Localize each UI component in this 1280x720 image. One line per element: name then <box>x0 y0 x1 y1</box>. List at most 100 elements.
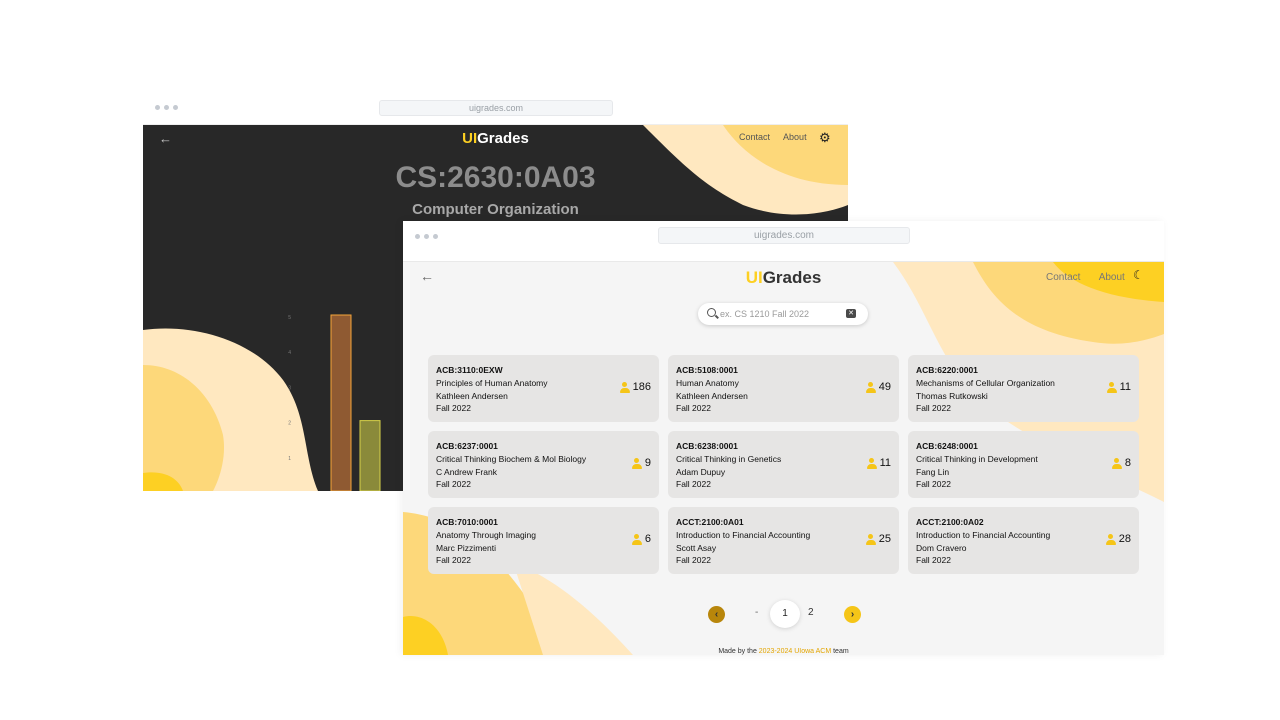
nav-about-link[interactable]: About <box>1099 272 1125 283</box>
student-count-value: 9 <box>644 457 651 469</box>
footer-credit: Made by the 2023-2024 UIowa ACM team <box>718 648 849 655</box>
course-instructor: Scott Asay <box>676 542 717 553</box>
course-card[interactable]: ACB:6248:0001 Critical Thinking in Develo… <box>908 431 1139 498</box>
chart-bar[interactable] <box>330 314 352 491</box>
window-dots <box>155 105 178 110</box>
course-code: ACB:6220:0001 <box>916 365 978 375</box>
student-count: 8 <box>1111 457 1131 469</box>
student-count: 25 <box>865 533 891 545</box>
student-count-value: 11 <box>1119 381 1131 393</box>
course-term: Fall 2022 <box>916 479 951 489</box>
course-card[interactable]: ACB:6237:0001 Critical Thinking Biochem &… <box>428 431 659 498</box>
course-code: ACB:6237:0001 <box>436 441 498 451</box>
course-title: Introduction to Financial Accounting <box>916 530 1051 540</box>
student-count-value: 11 <box>879 457 891 469</box>
student-count-value: 6 <box>644 533 651 545</box>
search-bar: ✕ <box>698 303 868 325</box>
course-term: Fall 2022 <box>676 479 711 489</box>
course-term: Fall 2022 <box>436 479 471 489</box>
student-count: 6 <box>631 533 651 545</box>
y-tick-label: 2 <box>288 421 291 427</box>
course-term: Fall 2022 <box>436 555 471 565</box>
student-count-value: 49 <box>878 381 891 393</box>
course-title: Critical Thinking in Development <box>916 454 1038 464</box>
person-icon <box>866 457 877 469</box>
course-instructor: Marc Pizzimenti <box>436 542 496 553</box>
course-title: Critical Thinking in Genetics <box>676 454 782 464</box>
student-count: 11 <box>866 457 891 469</box>
student-count-value: 28 <box>1118 533 1131 545</box>
student-count: 186 <box>619 381 651 393</box>
course-term: Fall 2022 <box>436 403 471 413</box>
person-icon <box>865 533 876 545</box>
y-tick-label: 3 <box>288 385 291 391</box>
address-bar[interactable]: uigrades.com <box>379 100 613 116</box>
search-icon <box>707 308 716 317</box>
course-title: Human Anatomy <box>676 378 739 388</box>
course-instructor: Fang Lin <box>916 466 950 477</box>
chevron-right-icon[interactable]: › <box>844 606 861 623</box>
y-tick-label: 1 <box>288 456 291 462</box>
page-1-button[interactable]: 1 <box>770 600 800 628</box>
front-browser-window: uigrades.com ← UIGrades Contact About ☾ … <box>403 221 1164 655</box>
address-bar[interactable]: uigrades.com <box>658 227 910 244</box>
course-instructor: Adam Dupuy <box>676 466 726 477</box>
y-tick-label: 4 <box>288 350 291 356</box>
course-instructor: C Andrew Frank <box>436 466 497 477</box>
course-code: ACB:6238:0001 <box>676 441 738 451</box>
course-term: Fall 2022 <box>676 555 711 565</box>
course-instructor: Dom Cravero <box>916 542 967 553</box>
chevron-left-icon[interactable]: ‹ <box>708 606 725 623</box>
pagination: ‹ - 1 2 › <box>708 600 864 628</box>
top-nav: Contact About <box>1046 272 1141 283</box>
pagination-ellipsis: - <box>755 607 759 618</box>
course-card[interactable]: ACB:6238:0001 Critical Thinking in Geneti… <box>668 431 899 498</box>
search-input[interactable] <box>720 306 840 322</box>
acm-link[interactable]: 2023-2024 UIowa ACM <box>759 648 831 655</box>
person-icon <box>619 381 630 393</box>
student-count: 9 <box>631 457 651 469</box>
course-card[interactable]: ACB:6220:0001 Mechanisms of Cellular Orga… <box>908 355 1139 422</box>
course-card[interactable]: ACCT:2100:0A02 Introduction to Financial … <box>908 507 1139 574</box>
course-code: ACB:3110:0EXW <box>436 365 503 375</box>
course-title: Anatomy Through Imaging <box>436 530 537 540</box>
person-icon <box>1111 457 1122 469</box>
chart-bar[interactable] <box>359 420 381 491</box>
person-icon <box>631 457 642 469</box>
course-instructor: Thomas Rutkowski <box>916 390 988 401</box>
course-results-grid: ACB:3110:0EXW Principles of Human Anatomy… <box>428 355 1139 574</box>
course-code: ACB:5108:0001 <box>676 365 738 375</box>
page-2-button[interactable]: 2 <box>808 607 814 618</box>
course-title: Introduction to Financial Accounting <box>676 530 811 540</box>
person-icon <box>1106 381 1117 393</box>
student-count: 11 <box>1106 381 1131 393</box>
y-tick-label: 5 <box>288 315 291 321</box>
nav-contact-link[interactable]: Contact <box>1046 272 1080 283</box>
student-count: 28 <box>1105 533 1131 545</box>
browser-chrome: uigrades.com <box>403 221 1164 262</box>
course-term: Fall 2022 <box>676 403 711 413</box>
moon-icon[interactable]: ☾ <box>1133 268 1144 282</box>
course-code: ACB:6248:0001 <box>916 441 978 451</box>
student-count: 49 <box>865 381 891 393</box>
course-card[interactable]: ACB:5108:0001 Human Anatomy Kathleen Ander… <box>668 355 899 422</box>
person-icon <box>631 533 642 545</box>
course-code: ACCT:2100:0A02 <box>916 517 984 527</box>
clear-icon[interactable]: ✕ <box>846 309 856 318</box>
course-card[interactable]: ACB:3110:0EXW Principles of Human Anatomy… <box>428 355 659 422</box>
course-code: ACCT:2100:0A01 <box>676 517 744 527</box>
course-term: Fall 2022 <box>916 555 951 565</box>
person-icon <box>865 381 876 393</box>
student-count-value: 8 <box>1124 457 1131 469</box>
student-count-value: 25 <box>878 533 891 545</box>
course-code: ACB:7010:0001 <box>436 517 498 527</box>
course-term: Fall 2022 <box>916 403 951 413</box>
student-count-value: 186 <box>632 381 651 393</box>
person-icon <box>1105 533 1116 545</box>
course-card[interactable]: ACCT:2100:0A01 Introduction to Financial … <box>668 507 899 574</box>
window-dots <box>415 234 438 239</box>
browser-chrome: uigrades.com <box>143 94 848 125</box>
course-title: Critical Thinking Biochem & Mol Biology <box>436 454 587 464</box>
course-card[interactable]: ACB:7010:0001 Anatomy Through Imaging Marc… <box>428 507 659 574</box>
search-results-page: ← UIGrades Contact About ☾ ✕ ACB:3110:0E… <box>403 262 1164 655</box>
